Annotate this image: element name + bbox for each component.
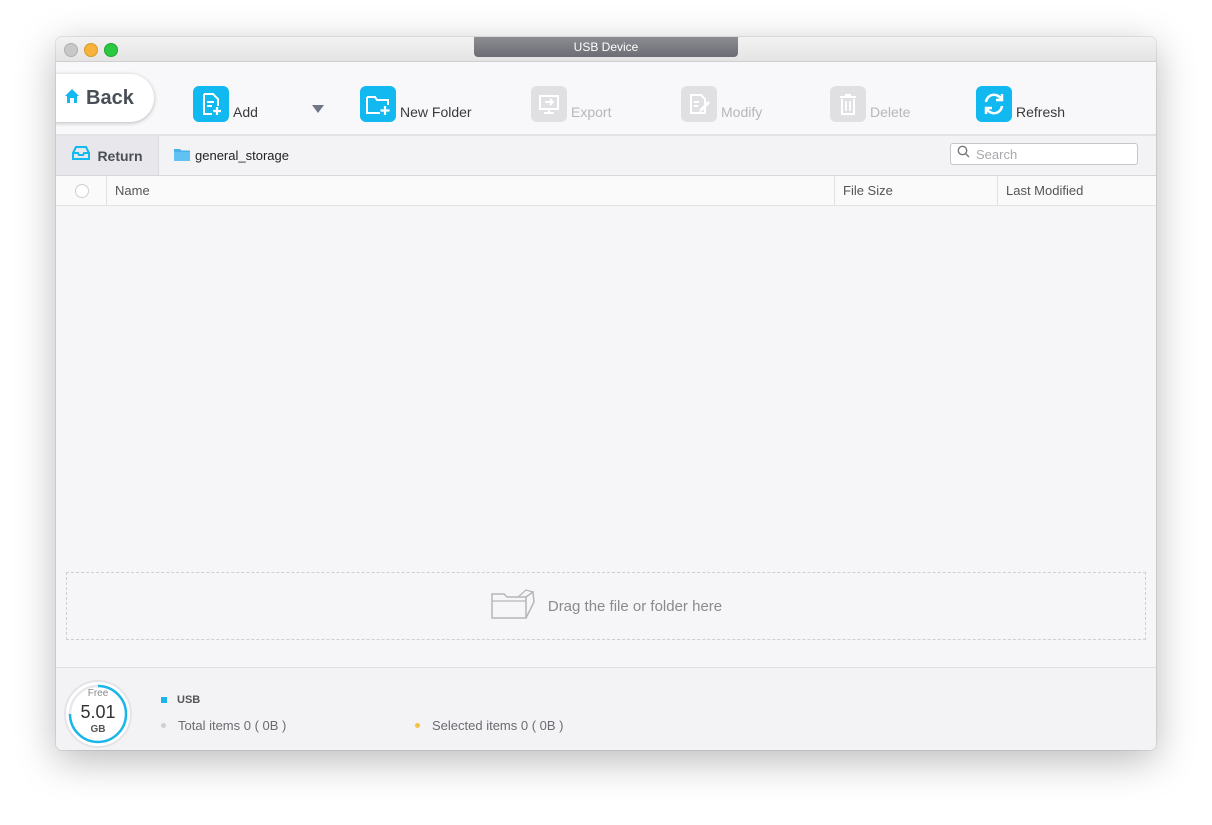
total-items-text: Total items 0 ( 0B ) (178, 718, 287, 733)
free-value: 5.01 (80, 702, 116, 722)
modify-label: Modify (721, 104, 763, 120)
table-header: Name File Size Last Modified (56, 176, 1156, 206)
open-folder-icon (490, 588, 536, 625)
new-folder-button[interactable]: New Folder (360, 82, 472, 122)
total-items-stat: Total items 0 ( 0B ) (161, 718, 286, 733)
tray-icon (71, 145, 91, 166)
home-icon (64, 88, 80, 109)
breadcrumb-folder[interactable]: general_storage (174, 136, 289, 175)
folder-icon (174, 147, 190, 164)
export-icon (531, 86, 567, 122)
device-legend: USB (161, 694, 200, 706)
search-input[interactable] (974, 145, 1128, 163)
app-window: USB Device Back Add New Folder Export Mo… (56, 37, 1156, 750)
select-all-cell (56, 176, 107, 205)
usb-legend-swatch (161, 697, 167, 703)
drop-zone[interactable]: Drag the file or folder here (66, 572, 1146, 640)
free-label: Free (87, 688, 109, 699)
select-all-checkbox[interactable] (75, 184, 89, 198)
column-file-size[interactable]: File Size (835, 176, 998, 205)
maximize-window-button[interactable] (104, 43, 118, 57)
edit-icon (681, 86, 717, 122)
selected-items-stat: Selected items 0 ( 0B ) (415, 718, 564, 733)
search-icon (957, 145, 970, 163)
export-button[interactable]: Export (531, 82, 611, 122)
trash-icon (830, 86, 866, 122)
storage-gauge-text: Free 5.01 GB (62, 678, 134, 750)
new-folder-label: New Folder (400, 104, 472, 120)
add-button[interactable]: Add (193, 82, 258, 122)
delete-label: Delete (870, 104, 911, 120)
free-unit: GB (90, 724, 106, 735)
add-dropdown-arrow[interactable] (312, 105, 324, 113)
total-items-dot (161, 723, 166, 728)
export-label: Export (571, 104, 612, 120)
column-last-modified[interactable]: Last Modified (998, 176, 1156, 205)
column-name[interactable]: Name (107, 176, 835, 205)
breadcrumb-folder-label: general_storage (195, 148, 289, 163)
return-label: Return (97, 147, 143, 164)
window-title: USB Device (474, 37, 738, 57)
path-bar: Return general_storage (56, 136, 1156, 176)
delete-button[interactable]: Delete (830, 82, 910, 122)
back-button[interactable]: Back (56, 74, 154, 122)
back-label: Back (86, 86, 134, 109)
title-bar: USB Device (56, 37, 1156, 62)
toolbar: Back Add New Folder Export Modify Delete… (56, 62, 1156, 136)
selected-items-text: Selected items 0 ( 0B ) (432, 718, 564, 733)
refresh-button[interactable]: Refresh (976, 82, 1065, 122)
status-bar: Free 5.01 GB USB Total items 0 ( 0B ) Se… (56, 667, 1156, 750)
refresh-icon (976, 86, 1012, 122)
return-button[interactable]: Return (56, 136, 159, 175)
selected-items-dot (415, 723, 420, 728)
new-folder-icon (360, 86, 396, 122)
file-list: Drag the file or folder here (56, 206, 1156, 666)
refresh-label: Refresh (1016, 104, 1066, 120)
modify-button[interactable]: Modify (681, 82, 762, 122)
add-label: Add (233, 104, 258, 120)
close-window-button[interactable] (64, 43, 78, 57)
search-box (950, 143, 1138, 165)
device-label: USB (177, 694, 201, 706)
drop-zone-text: Drag the file or folder here (547, 597, 723, 615)
add-file-icon (193, 86, 229, 122)
minimize-window-button[interactable] (84, 43, 98, 57)
